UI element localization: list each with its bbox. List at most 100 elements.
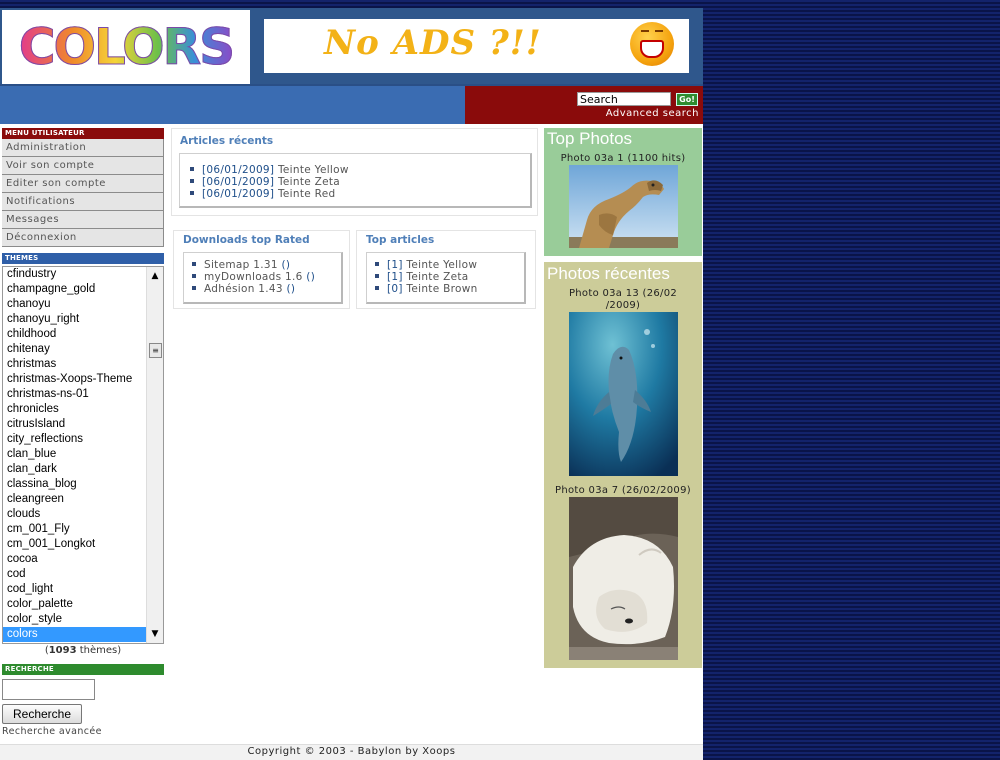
article-date: [06/01/2009] (202, 188, 275, 200)
theme-option[interactable]: chitenay (3, 342, 146, 357)
menu-item-notifications[interactable]: Notifications (2, 193, 164, 211)
list-item[interactable]: [06/01/2009] Teinte Zeta (190, 176, 530, 188)
theme-option[interactable]: cm_001_Fly (3, 522, 146, 537)
top-articles-block: Top articles [1] Teinte Yellow [1] Teint… (356, 230, 536, 309)
top-articles-list: [1] Teinte Yellow [1] Teinte Zeta [0] Te… (366, 252, 526, 304)
theme-option[interactable]: cleangreen (3, 492, 146, 507)
top-photos-panel: Top Photos Photo 03a 1 (1100 hits) (544, 128, 702, 256)
ad-banner[interactable]: No ADS ?!! (264, 19, 689, 73)
downloads-title: Downloads top Rated (183, 234, 310, 246)
bullet-icon (375, 262, 379, 266)
photo-caption: Photo 03a 1 (1100 hits) (544, 153, 702, 164)
menu-item-messages[interactable]: Messages (2, 211, 164, 229)
recherche-avancee-link[interactable]: Recherche avancée (2, 726, 164, 737)
recent-photos-title: Photos récentes (547, 264, 670, 283)
download-count: () (281, 259, 291, 271)
dolphin-photo-image (568, 312, 678, 476)
recherche-input[interactable] (2, 679, 95, 700)
theme-option[interactable]: clan_dark (3, 462, 146, 477)
list-item[interactable]: [1] Teinte Yellow (375, 259, 524, 271)
download-link[interactable]: myDownloads 1.6 (204, 271, 303, 283)
list-item[interactable]: myDownloads 1.6 () (192, 271, 341, 283)
photo-name: Photo 03a 1 (560, 153, 624, 164)
scroll-up-arrow-icon[interactable]: ▲ (147, 269, 163, 283)
downloads-block: Downloads top Rated Sitemap 1.31 () myDo… (173, 230, 350, 309)
polar-bear-photo[interactable] (568, 497, 678, 660)
theme-option[interactable]: christmas-Xoops-Theme (3, 372, 146, 387)
camel-photo[interactable] (568, 165, 678, 248)
camel-photo-image (568, 165, 678, 248)
menu-item-logout[interactable]: Déconnexion (2, 229, 164, 247)
article-link[interactable]: Teinte Zeta (278, 176, 340, 188)
photo-caption-line2: /2009) (605, 300, 641, 311)
theme-option[interactable]: chanoyu (3, 297, 146, 312)
bullet-icon (192, 286, 196, 290)
article-hits: [0] (387, 283, 403, 295)
menu-item-view-account[interactable]: Voir son compte (2, 157, 164, 175)
bullet-icon (192, 274, 196, 278)
scroll-down-arrow-icon[interactable]: ▼ (147, 627, 163, 641)
download-link[interactable]: Sitemap 1.31 (204, 259, 278, 271)
theme-option[interactable]: christmas (3, 357, 146, 372)
recherche-button[interactable]: Recherche (2, 704, 82, 724)
list-item[interactable]: Sitemap 1.31 () (192, 259, 341, 271)
list-item[interactable]: [0] Teinte Brown (375, 283, 524, 295)
left-column: MENU UTILISATEUR Administration Voir son… (2, 128, 164, 737)
article-link[interactable]: Teinte Red (278, 188, 336, 200)
face-brow-left (641, 30, 649, 32)
themes-title: THEMES (2, 253, 164, 264)
search-input[interactable] (577, 92, 671, 106)
menu-item-edit-account[interactable]: Editer son compte (2, 175, 164, 193)
footer: Copyright © 2003 - Babylon by Xoops (0, 744, 703, 760)
theme-option[interactable]: color_style (3, 612, 146, 627)
logo-text: COLORS (18, 18, 235, 77)
dolphin-photo[interactable] (568, 312, 678, 476)
article-date: [06/01/2009] (202, 176, 275, 188)
screaming-face-icon (630, 22, 674, 66)
theme-option[interactable]: clouds (3, 507, 146, 522)
face-brow-right (655, 30, 663, 32)
recent-articles-list: [06/01/2009] Teinte Yellow [06/01/2009] … (179, 153, 532, 208)
article-link[interactable]: Teinte Zeta (406, 271, 468, 283)
theme-option[interactable]: citrusIsland (3, 417, 146, 432)
theme-option[interactable]: cod_light (3, 582, 146, 597)
list-item[interactable]: [1] Teinte Zeta (375, 271, 524, 283)
article-link[interactable]: Teinte Yellow (278, 164, 349, 176)
list-item[interactable]: Adhésion 1.43 () (192, 283, 341, 295)
site-logo[interactable]: COLORS (2, 10, 250, 84)
list-item[interactable]: [06/01/2009] Teinte Red (190, 188, 530, 200)
go-button[interactable]: Go! (676, 93, 698, 106)
theme-option[interactable]: christmas-ns-01 (3, 387, 146, 402)
article-link[interactable]: Teinte Brown (406, 283, 477, 295)
theme-option[interactable]: classina_blog (3, 477, 146, 492)
theme-option[interactable]: cocoa (3, 552, 146, 567)
recent-articles-block: Articles récents [06/01/2009] Teinte Yel… (171, 128, 538, 216)
user-menu-title: MENU UTILISATEUR (2, 128, 164, 139)
menu-item-administration[interactable]: Administration (2, 139, 164, 157)
bullet-icon (190, 167, 194, 171)
scroll-thumb[interactable]: ≡ (149, 343, 162, 358)
list-item[interactable]: [06/01/2009] Teinte Yellow (190, 164, 530, 176)
theme-option[interactable]: cod (3, 567, 146, 582)
theme-option[interactable]: champagne_gold (3, 282, 146, 297)
theme-option-selected[interactable]: colors (3, 627, 146, 642)
themes-listbox[interactable]: cfindustry champagne_gold chanoyu chanoy… (2, 266, 164, 644)
theme-option[interactable]: childhood (3, 327, 146, 342)
face-mouth (640, 40, 664, 58)
article-link[interactable]: Teinte Yellow (406, 259, 477, 271)
theme-option[interactable]: city_reflections (3, 432, 146, 447)
header: COLORS No ADS ?!! (0, 8, 703, 84)
article-date: [06/01/2009] (202, 164, 275, 176)
theme-option[interactable]: chronicles (3, 402, 146, 417)
themes-scrollbar[interactable]: ▲ ≡ ▼ (146, 267, 163, 643)
theme-option[interactable]: chanoyu_right (3, 312, 146, 327)
theme-option[interactable]: color_palette (3, 597, 146, 612)
theme-option[interactable]: cfindustry (3, 267, 146, 282)
download-link[interactable]: Adhésion 1.43 (204, 283, 283, 295)
recent-articles-title: Articles récents (180, 135, 274, 147)
advanced-search-link[interactable]: Advanced search (606, 108, 699, 119)
themes-count-number: 1093 (48, 645, 77, 656)
search-block-title: RECHERCHE (2, 664, 164, 675)
theme-option[interactable]: cm_001_Longkot (3, 537, 146, 552)
theme-option[interactable]: clan_blue (3, 447, 146, 462)
